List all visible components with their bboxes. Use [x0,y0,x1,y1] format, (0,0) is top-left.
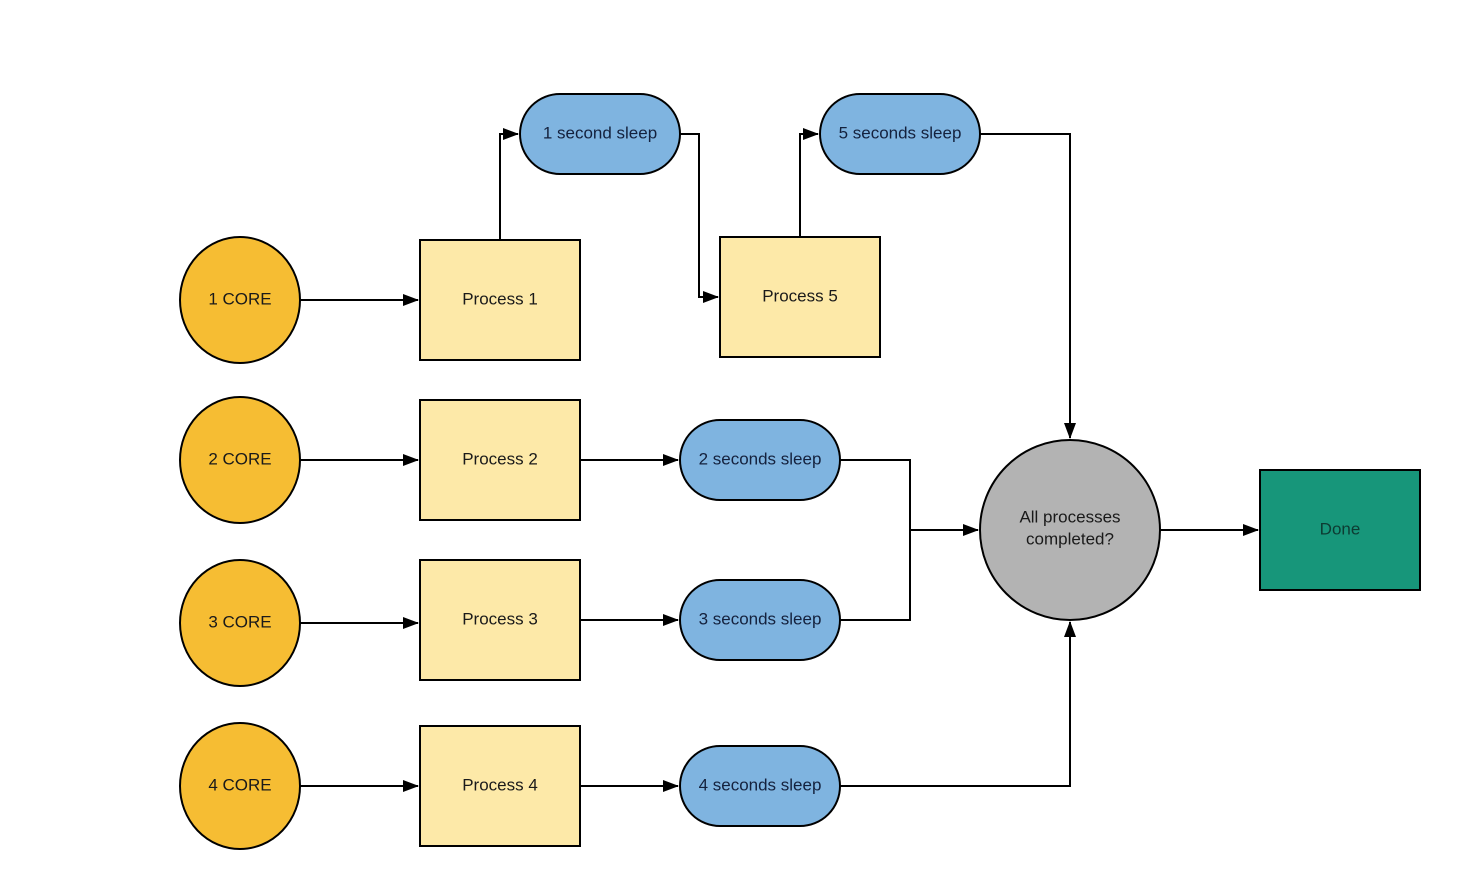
decision-label-line1: All processes [1019,507,1120,526]
process-label: Process 4 [462,775,538,794]
edge-sleep1-process5 [680,133,719,303]
done-label: Done [1320,519,1361,538]
process-node-3[interactable]: Process 3 [419,559,581,681]
edge-sleep4-decision [840,621,1076,787]
sleep-label: 5 seconds sleep [839,123,962,142]
core-label: 3 CORE [208,612,271,631]
edge-process1-sleep1 [499,128,519,240]
process-label: Process 2 [462,449,538,468]
process-label: Process 3 [462,609,538,628]
core-node-3[interactable]: 3 CORE [179,559,301,687]
process-node-2[interactable]: Process 2 [419,399,581,521]
sleep-node-1[interactable]: 1 second sleep [519,93,681,175]
sleep-node-4[interactable]: 4 seconds sleep [679,745,841,827]
edge-sleep5-decision [980,133,1076,439]
core-label: 1 CORE [208,289,271,308]
core-node-1[interactable]: 1 CORE [179,236,301,364]
core-node-2[interactable]: 2 CORE [179,396,301,524]
process-node-4[interactable]: Process 4 [419,725,581,847]
sleep-label: 3 seconds sleep [699,609,822,628]
decision-node[interactable]: All processes completed? [979,439,1161,621]
sleep-label: 1 second sleep [543,123,657,142]
sleep-label: 2 seconds sleep [699,449,822,468]
core-label: 2 CORE [208,449,271,468]
process-label: Process 5 [762,286,838,305]
process-label: Process 1 [462,289,538,308]
flowchart-diagram: 1 CORE 2 CORE 3 CORE 4 CORE Process 1 Pr… [179,93,1421,850]
edge-process5-sleep5 [799,128,819,237]
core-label: 4 CORE [208,775,271,794]
edge-sleep2-merge [840,459,911,621]
sleep-node-2[interactable]: 2 seconds sleep [679,419,841,501]
sleep-node-3[interactable]: 3 seconds sleep [679,579,841,661]
sleep-label: 4 seconds sleep [699,775,822,794]
done-node[interactable]: Done [1259,469,1421,591]
process-node-1[interactable]: Process 1 [419,239,581,361]
process-node-5[interactable]: Process 5 [719,236,881,358]
core-node-4[interactable]: 4 CORE [179,722,301,850]
sleep-node-5[interactable]: 5 seconds sleep [819,93,981,175]
decision-label-line2: completed? [1026,529,1114,548]
